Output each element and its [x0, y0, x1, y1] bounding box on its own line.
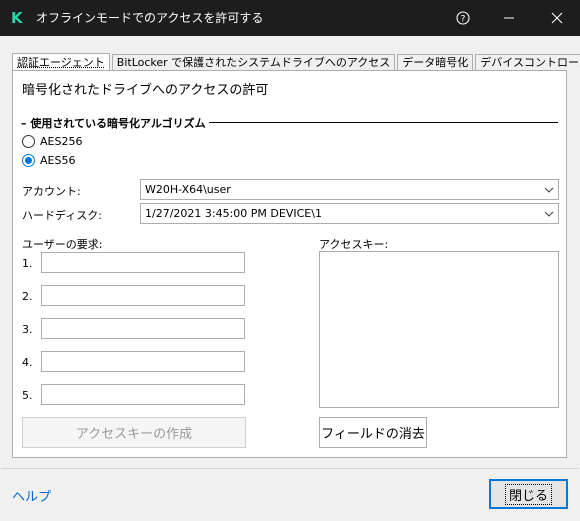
- group-title-dash: –: [21, 117, 31, 130]
- tab-strip: 認証エージェント BitLocker で保護されたシステムドライブへのアクセス …: [12, 52, 580, 71]
- close-icon[interactable]: [534, 0, 580, 36]
- access-key-label: アクセスキー:: [319, 238, 389, 251]
- hard-disk-label: ハードディスク:: [22, 209, 102, 222]
- user-request-label: ユーザーの要求:: [22, 238, 103, 251]
- account-label: アカウント:: [22, 185, 81, 198]
- request-field-4[interactable]: [41, 351, 245, 372]
- chevron-down-icon: [544, 211, 554, 217]
- clear-fields-button[interactable]: フィールドの消去: [319, 417, 427, 448]
- request-field-number: 1.: [22, 257, 33, 270]
- radio-button[interactable]: [22, 135, 35, 148]
- kaspersky-logo-icon: K: [11, 9, 23, 27]
- footer-divider: [1, 468, 579, 469]
- window-title: オフラインモードでのアクセスを許可する: [36, 11, 264, 25]
- chevron-down-icon: [544, 187, 554, 193]
- tab-panel: 暗号化されたドライブへのアクセスの許可 – 使用されている暗号化アルゴリズム A…: [12, 70, 567, 458]
- request-field-number: 3.: [22, 323, 33, 336]
- request-field-number: 4.: [22, 356, 33, 369]
- request-field-1[interactable]: [41, 252, 245, 273]
- close-button[interactable]: 閉じる: [489, 479, 568, 509]
- request-field-2[interactable]: [41, 285, 245, 306]
- help-icon[interactable]: ?: [440, 0, 486, 36]
- radio-button-checked[interactable]: [22, 154, 35, 167]
- hard-disk-select[interactable]: 1/27/2021 3:45:00 PM DEVICE\1: [140, 203, 559, 224]
- tab-device-control[interactable]: デバイスコントロール: [475, 54, 580, 70]
- access-key-textarea[interactable]: [319, 251, 559, 408]
- algorithm-group-title: – 使用されている暗号化アルゴリズム: [21, 115, 209, 131]
- radio-aes56[interactable]: AES56: [22, 154, 75, 167]
- account-select[interactable]: W20H-X64\user: [140, 179, 559, 200]
- help-link[interactable]: ヘルプ: [12, 486, 51, 505]
- request-field-5[interactable]: [41, 384, 245, 405]
- title-bar: K オフラインモードでのアクセスを許可する ?: [0, 0, 580, 36]
- tab-data-encryption[interactable]: データ暗号化: [397, 54, 474, 70]
- request-field-number: 2.: [22, 290, 33, 303]
- radio-aes256[interactable]: AES256: [22, 135, 82, 148]
- create-access-key-button[interactable]: アクセスキーの作成: [22, 417, 246, 448]
- request-field-number: 5.: [22, 389, 33, 402]
- request-field-3[interactable]: [41, 318, 245, 339]
- svg-text:?: ?: [461, 15, 466, 25]
- minimize-icon[interactable]: [486, 0, 532, 36]
- panel-heading: 暗号化されたドライブへのアクセスの許可: [22, 83, 269, 98]
- tab-bitlocker-access[interactable]: BitLocker で保護されたシステムドライブへのアクセス: [111, 54, 396, 70]
- tab-authentication-agent[interactable]: 認証エージェント: [12, 53, 110, 71]
